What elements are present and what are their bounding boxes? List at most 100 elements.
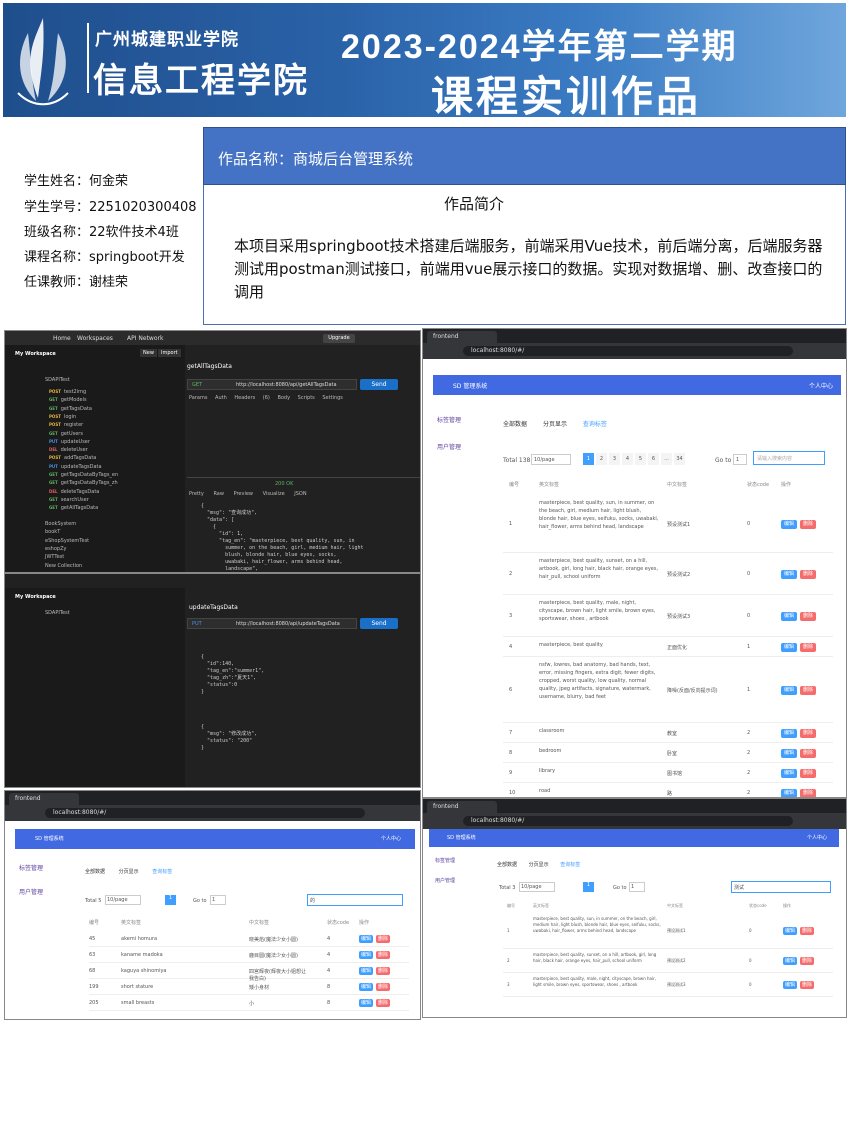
menu-user-manage-3[interactable]: 用户管理 <box>435 877 455 884</box>
tab-all-data-3[interactable]: 全部数据 <box>497 862 517 868</box>
tab-body[interactable]: Body <box>277 395 290 401</box>
sidebar-collection[interactable]: eshopZy <box>45 546 66 552</box>
browser-tab-2[interactable]: frontend <box>9 793 79 805</box>
page-number[interactable]: 2 <box>596 453 607 465</box>
goto-input[interactable]: 1 <box>733 454 747 465</box>
sidebar-request[interactable]: GET getTagsData <box>49 406 92 412</box>
browser-tab-3[interactable]: frontend <box>427 801 497 813</box>
delete-button[interactable]: 删除 <box>800 957 814 965</box>
goto-input-2[interactable]: 1 <box>210 895 226 905</box>
method-select-2[interactable]: PUT <box>192 621 202 627</box>
sidebar-request[interactable]: GET getAllTagsData <box>49 505 98 511</box>
delete-button[interactable]: 删除 <box>800 520 816 529</box>
sidebar-request[interactable]: PUT updateUser <box>49 439 90 445</box>
request-body-2[interactable]: { "id":140, "tag_en":"summer1", "tag_zh"… <box>201 654 264 696</box>
tab-paged-3[interactable]: 分页显示 <box>529 862 549 868</box>
nav-api-network[interactable]: API Network <box>127 335 163 342</box>
edit-button[interactable]: 编辑 <box>781 769 797 778</box>
resp-tab-preview[interactable]: Preview <box>234 491 253 497</box>
collection-name-2[interactable]: SDAPITest <box>45 610 70 616</box>
edit-button[interactable]: 编辑 <box>359 935 373 943</box>
resp-tab-raw[interactable]: Raw <box>213 491 224 497</box>
edit-button[interactable]: 编辑 <box>781 749 797 758</box>
edit-button[interactable]: 编辑 <box>359 951 373 959</box>
page-number[interactable]: 3 <box>609 453 620 465</box>
page-number[interactable]: ... <box>661 453 672 465</box>
edit-button[interactable]: 编辑 <box>781 520 797 529</box>
delete-button[interactable]: 删除 <box>376 951 390 959</box>
page-number[interactable]: 4 <box>622 453 633 465</box>
edit-button[interactable]: 编辑 <box>781 643 797 652</box>
delete-button[interactable]: 删除 <box>800 769 816 778</box>
search-input[interactable]: 请输入搜索内容 <box>753 451 825 465</box>
tab-headers[interactable]: Headers (6) <box>234 395 269 401</box>
tab-search-2[interactable]: 查询标签 <box>152 869 172 875</box>
sidebar-collection[interactable]: eShopSystemTest <box>45 538 89 544</box>
browser-tab[interactable]: frontend <box>427 331 497 343</box>
resp-format[interactable]: JSON <box>294 491 306 497</box>
delete-button[interactable]: 删除 <box>800 612 816 621</box>
tab-auth[interactable]: Auth <box>215 395 227 401</box>
edit-button[interactable]: 编辑 <box>359 983 373 991</box>
edit-button[interactable]: 编辑 <box>781 789 797 797</box>
user-center-link-3[interactable]: 个人中心 <box>807 834 827 841</box>
edit-button[interactable]: 编辑 <box>359 999 373 1007</box>
edit-button[interactable]: 编辑 <box>781 686 797 695</box>
sidebar-request[interactable]: PUT updateTagsData <box>49 464 102 470</box>
delete-button[interactable]: 删除 <box>800 749 816 758</box>
address-input-2[interactable]: localhost:8080/#/ <box>45 808 365 818</box>
sidebar-collection[interactable]: New Collection <box>45 563 82 569</box>
sidebar-request[interactable]: GET searchUser <box>49 497 89 503</box>
sidebar-request[interactable]: GET getTagsDataByTags_en <box>49 472 118 478</box>
search-input-2[interactable]: 的 <box>307 894 403 906</box>
sidebar-request[interactable]: POST register <box>49 422 83 428</box>
tab-search[interactable]: 查询标签 <box>583 421 607 428</box>
page-number[interactable]: 1 <box>583 453 594 465</box>
tab-paged-2[interactable]: 分页显示 <box>119 869 139 875</box>
delete-button[interactable]: 删除 <box>800 789 816 797</box>
tab-settings[interactable]: Settings <box>322 395 343 401</box>
edit-button[interactable]: 编辑 <box>781 570 797 579</box>
delete-button[interactable]: 删除 <box>376 983 390 991</box>
menu-user-manage-2[interactable]: 用户管理 <box>19 887 43 896</box>
delete-button[interactable]: 删除 <box>800 927 814 935</box>
tab-paged[interactable]: 分页显示 <box>543 421 567 428</box>
menu-tag-manage-3[interactable]: 标签管理 <box>435 857 455 864</box>
delete-button[interactable]: 删除 <box>376 935 390 943</box>
sidebar-collection[interactable]: JWTTest <box>45 554 64 560</box>
user-center-link[interactable]: 个人中心 <box>809 381 833 390</box>
tab-params[interactable]: Params <box>189 395 207 401</box>
send-button-2[interactable]: Send <box>360 618 398 629</box>
user-center-link-2[interactable]: 个人中心 <box>381 835 401 842</box>
search-input-3[interactable]: 测试 <box>731 881 831 893</box>
method-select[interactable]: GET <box>192 382 202 388</box>
delete-button[interactable]: 删除 <box>800 643 816 652</box>
page-number[interactable]: 6 <box>648 453 659 465</box>
import-button[interactable]: Import <box>158 349 181 357</box>
page-number[interactable]: 5 <box>635 453 646 465</box>
page-1-2[interactable]: 1 <box>165 895 176 905</box>
delete-button[interactable]: 删除 <box>800 570 816 579</box>
resp-tab-visualize[interactable]: Visualize <box>263 491 285 497</box>
url-bar-2[interactable]: PUT http://localhost:8080/api/updateTags… <box>187 618 357 629</box>
new-button[interactable]: New <box>140 349 157 357</box>
goto-input-3[interactable]: 1 <box>629 882 645 892</box>
sidebar-request[interactable]: GET getModels <box>49 397 87 403</box>
sidebar-request[interactable]: DEL deleteTagsData <box>49 489 99 495</box>
url-bar[interactable]: GET http://localhost:8080/api/getAllTags… <box>187 379 357 390</box>
sidebar-request[interactable]: GET getTagsDataByTags_zh <box>49 480 118 486</box>
edit-button[interactable]: 编辑 <box>783 957 797 965</box>
address-input[interactable]: localhost:8080/#/ <box>463 346 793 356</box>
menu-tag-manage[interactable]: 标签管理 <box>437 415 461 424</box>
delete-button[interactable]: 删除 <box>800 981 814 989</box>
edit-button[interactable]: 编辑 <box>783 981 797 989</box>
sidebar-request[interactable]: DEL deleteUser <box>49 447 88 453</box>
delete-button[interactable]: 删除 <box>376 967 390 975</box>
tab-scripts[interactable]: Scripts <box>298 395 315 401</box>
page-1-3[interactable]: 1 <box>583 882 594 892</box>
menu-user-manage[interactable]: 用户管理 <box>437 442 461 451</box>
edit-button[interactable]: 编辑 <box>783 927 797 935</box>
nav-workspaces[interactable]: Workspaces <box>77 335 113 342</box>
tab-all-data-2[interactable]: 全部数据 <box>85 869 105 875</box>
page-number[interactable]: 34 <box>674 453 685 465</box>
